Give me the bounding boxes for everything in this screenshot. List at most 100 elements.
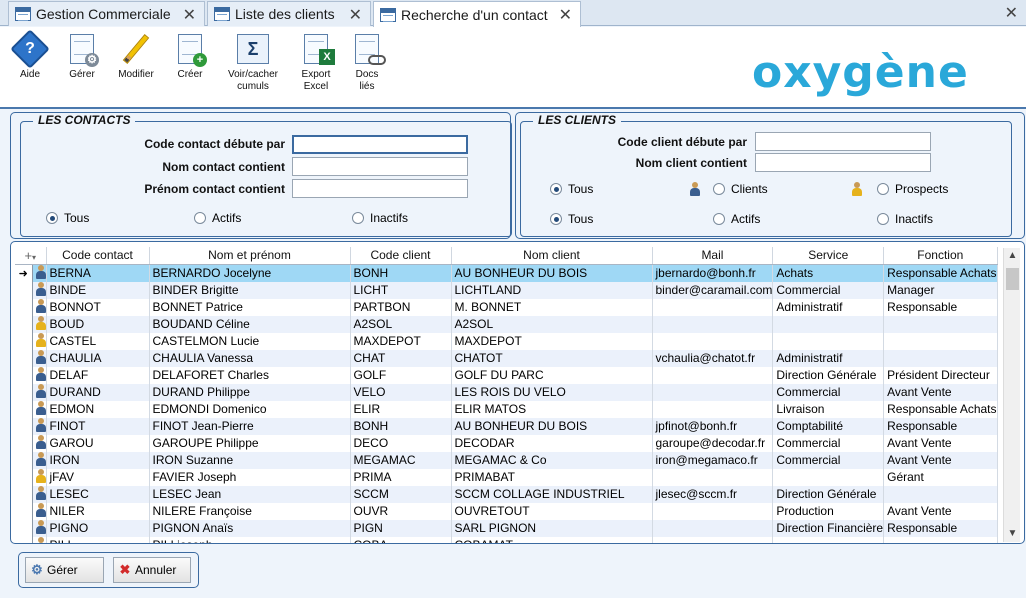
cell-code: CASTEL: [46, 332, 150, 350]
export-label-2: Excel: [303, 81, 329, 92]
gerer-button[interactable]: ⚙ Gérer: [62, 32, 102, 81]
nom-client-input[interactable]: [755, 153, 931, 172]
table-row[interactable]: jFAV FAVIER Joseph PRIMA PRIMABAT Gérant: [15, 468, 998, 486]
contacts-radio-tous[interactable]: Tous: [46, 211, 89, 225]
cell-nom-client: LICHTLAND: [451, 281, 653, 299]
docs-lies-button[interactable]: Docs liés: [348, 32, 386, 93]
cell-mail: jbernardo@bonh.fr: [652, 264, 774, 282]
tab-liste-clients[interactable]: Liste des clients ✕: [207, 1, 371, 26]
close-icon[interactable]: ✕: [559, 5, 572, 25]
row-marker: [15, 383, 33, 401]
table-row[interactable]: LESEC LESEC Jean SCCM SCCM COLLAGE INDUSTRI…: [15, 485, 998, 503]
column-header-nom-prenom[interactable]: Nom et prénom: [149, 247, 351, 265]
tab-gestion-commerciale[interactable]: Gestion Commerciale ✕: [8, 1, 205, 26]
linked-docs-icon: [355, 34, 386, 65]
table-row[interactable]: BONNOT BONNET Patrice PARTBON M. BONNET Admi…: [15, 298, 998, 316]
column-chooser-icon[interactable]: +▾: [15, 247, 47, 265]
cell-service: Commercial: [772, 281, 885, 299]
table-row[interactable]: CASTEL CASTELMON Lucie MAXDEPOT MAXDEPOT: [15, 332, 998, 350]
column-header-mail[interactable]: Mail: [652, 247, 774, 265]
cell-nom: BERNARDO Jocelyne: [149, 264, 351, 282]
client-person-icon: [35, 502, 45, 517]
creer-button[interactable]: + Créer: [170, 32, 210, 81]
nom-contact-input[interactable]: [292, 157, 468, 176]
cell-code: PILI: [46, 536, 150, 543]
cell-service: Livraison: [772, 400, 885, 418]
client-person-icon: [35, 417, 45, 432]
code-contact-input[interactable]: [292, 135, 468, 154]
gerer-bottom-button[interactable]: ⚙ Gérer: [25, 557, 104, 583]
cell-code: BONNOT: [46, 298, 150, 316]
contact-type-cell: [32, 434, 47, 452]
cell-code: GAROU: [46, 434, 150, 452]
contact-type-cell: [32, 485, 47, 503]
cell-code: DURAND: [46, 383, 150, 401]
contacts-radio-inactifs[interactable]: Inactifs: [352, 211, 408, 225]
modifier-button[interactable]: Modifier: [114, 32, 158, 81]
prenom-contact-input[interactable]: [292, 179, 468, 198]
column-header-nom-client[interactable]: Nom client: [451, 247, 653, 265]
annuler-button[interactable]: ✖ Annuler: [113, 557, 191, 583]
export-excel-button[interactable]: X Export Excel: [296, 32, 336, 93]
oxygene-logo: oxygène: [752, 47, 969, 98]
clients-status-radio-tous[interactable]: Tous: [550, 212, 593, 226]
clients-type-radio-tous[interactable]: Tous: [550, 182, 593, 196]
cell-code-client: OUVR: [350, 502, 452, 520]
cell-code: PIGNO: [46, 519, 150, 537]
table-row[interactable]: BOUD BOUDAND Céline A2SOL A2SOL: [15, 315, 998, 333]
clients-type-radio-prospects[interactable]: Prospects: [877, 182, 948, 196]
table-row[interactable]: FINOT FINOT Jean-Pierre BONH AU BONHEUR DU …: [15, 417, 998, 435]
table-row[interactable]: DURAND DURAND Philippe VELO LES ROIS DU VEL…: [15, 383, 998, 401]
cell-mail: [652, 536, 774, 543]
column-header-code-client[interactable]: Code client: [350, 247, 452, 265]
cell-nom: BOUDAND Céline: [149, 315, 351, 333]
toolbar-separator: [0, 107, 1026, 109]
radio-label: Inactifs: [895, 212, 934, 226]
contacts-title: LES CONTACTS: [33, 113, 136, 127]
voir-label: Voir/cacher: [227, 69, 279, 80]
radio-dot: [550, 213, 562, 225]
close-window-icon[interactable]: ✕: [1005, 3, 1018, 23]
table-row[interactable]: IRON IRON Suzanne MEGAMAC MEGAMAC & Co iron@…: [15, 451, 998, 469]
clients-status-radio-actifs[interactable]: Actifs: [713, 212, 760, 226]
client-person-icon: [35, 281, 45, 296]
table-row[interactable]: CHAULIA CHAULIA Vanessa CHAT CHATOT vchaulia…: [15, 349, 998, 367]
table-row[interactable]: EDMON EDMONDI Domenico ELIR ELIR MATOS Livra…: [15, 400, 998, 418]
column-header-fonction[interactable]: Fonction: [883, 247, 998, 265]
aide-button[interactable]: ? Aide: [10, 29, 50, 81]
row-marker: [15, 451, 33, 469]
contacts-radio-actifs[interactable]: Actifs: [194, 211, 241, 225]
table-row[interactable]: DELAF DELAFORET Charles GOLF GOLF DU PARC Di…: [15, 366, 998, 384]
clients-type-radio-clients[interactable]: Clients: [713, 182, 768, 196]
nom-client-label: Nom client contient: [635, 156, 747, 170]
window-icon: [15, 7, 31, 21]
scroll-thumb[interactable]: [1006, 268, 1019, 290]
table-row[interactable]: BINDE BINDER Brigitte LICHT LICHTLAND binder…: [15, 281, 998, 299]
contact-type-cell: [32, 281, 47, 299]
column-header-service[interactable]: Service: [772, 247, 885, 265]
table-row[interactable]: GAROU GAROUPE Philippe DECO DECODAR garoupe@…: [15, 434, 998, 452]
cell-nom-client: DECODAR: [451, 434, 653, 452]
voir-label-2: cumuls: [237, 81, 269, 92]
clients-status-radio-inactifs[interactable]: Inactifs: [877, 212, 933, 226]
sigma-icon: Σ: [237, 34, 269, 64]
close-icon[interactable]: ✕: [183, 5, 196, 25]
scroll-up-icon[interactable]: ▲: [1004, 248, 1021, 264]
voir-cacher-cumuls-button[interactable]: Σ Voir/cacher cumuls: [222, 32, 284, 93]
close-icon[interactable]: ✕: [349, 5, 362, 25]
tab-recherche-contact[interactable]: Recherche d'un contact ✕: [373, 1, 581, 27]
radio-label: Actifs: [731, 212, 761, 226]
contact-type-cell: [32, 332, 47, 350]
table-row[interactable]: ➜ BERNA BERNARDO Jocelyne BONH AU BONHEUR DU…: [15, 264, 998, 282]
scroll-down-icon[interactable]: ▼: [1004, 526, 1021, 542]
cell-nom-client: ELIR MATOS: [451, 400, 653, 418]
table-row[interactable]: NILER NILERE Françoise OUVR OUVRETOUT Produc…: [15, 502, 998, 520]
cell-fonction: Responsable: [883, 417, 998, 435]
column-header-code-contact[interactable]: Code contact: [46, 247, 150, 265]
table-row[interactable]: PILIPILI josephCOBACOBAMAT: [15, 536, 998, 543]
code-client-input[interactable]: [755, 132, 931, 151]
table-row[interactable]: PIGNO PIGNON Anaïs PIGN SARL PIGNON Directio…: [15, 519, 998, 537]
grid-scrollbar[interactable]: ▲ ▼: [1003, 248, 1020, 542]
cell-code-client: SCCM: [350, 485, 452, 503]
cell-code-client: DECO: [350, 434, 452, 452]
